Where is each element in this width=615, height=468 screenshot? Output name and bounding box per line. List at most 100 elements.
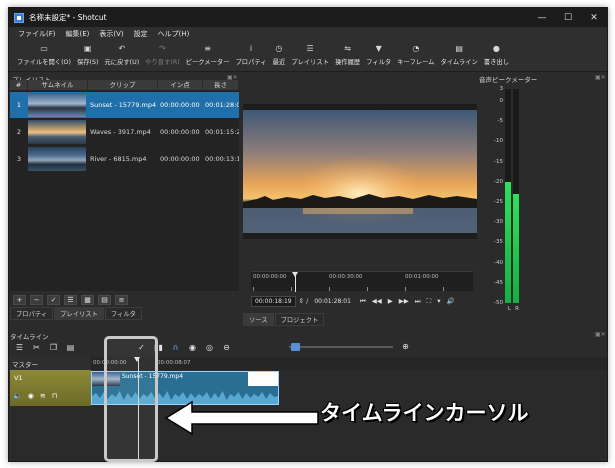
update-icon[interactable]: ✓ [47, 294, 60, 305]
skip-start-icon[interactable]: ⏮ [360, 297, 366, 306]
zoom-in-icon[interactable]: ⊕ [400, 341, 411, 352]
toolbar-button-info[interactable]: i プロパティ [236, 44, 267, 66]
toolbar-button-export[interactable]: ● 書き出し [484, 44, 509, 66]
playlist-row-thumbnail [28, 120, 86, 144]
dropdown-icon[interactable]: ▾ [437, 297, 440, 305]
rewind-icon[interactable]: ◀◀ [372, 297, 382, 305]
player-tab-1[interactable]: プロジェクト [274, 313, 325, 326]
toolbar-button-clock[interactable]: ◷ 最近 [273, 44, 286, 66]
meter-channel-label: R [515, 306, 519, 312]
hide-eye-icon[interactable]: ◉ [28, 392, 34, 400]
zoom-slider-handle[interactable] [291, 343, 300, 351]
meter-scale-label: -45 [494, 279, 503, 286]
meter-channel-bar [505, 181, 511, 303]
remove-icon[interactable]: − [30, 294, 43, 305]
toolbar-button-keyframe[interactable]: ◔ キーフレーム [397, 44, 434, 66]
meter-panel-float-icon[interactable]: ▣✕ [595, 74, 606, 81]
menu-view[interactable]: 表示(V) [94, 29, 128, 39]
playlist-row-number: 1 [16, 101, 22, 109]
audio-peak-meter: 3 0 -5 -10 -15 -20 -25 -30 -35 -40 -45 -50 L R [479, 86, 607, 325]
snap-magnet-icon[interactable]: ∩ [170, 342, 181, 353]
add-icon[interactable]: + [13, 294, 26, 305]
export-icon: ● [492, 44, 500, 53]
col-number[interactable]: # [10, 80, 28, 90]
playlist-actions: + − ✓ ☰ ▦ ▤ ≡ [10, 293, 239, 306]
menu-edit[interactable]: 編集(E) [61, 29, 95, 39]
ripple-icon[interactable]: ◎ [204, 342, 215, 353]
lock-icon[interactable]: ⊓ [52, 392, 57, 400]
playlist-row-number: 2 [16, 128, 22, 136]
playlist-row[interactable]: 2 Waves - 3917.mp4 00:00:00:00 00:01:15:2 [10, 119, 239, 145]
duration-label: 00:01:28:01 [314, 297, 351, 305]
transport-controls: 00:00:18:19 ⇕ / 00:01:28:01 ⏮ ◀◀ ▶ ▶▶ ⏭ ⛶ ▾ 🔊 [251, 294, 479, 308]
list-view-icon[interactable]: ☰ [64, 294, 77, 305]
play-icon[interactable]: ▶ [388, 297, 393, 305]
clock-icon: ◷ [275, 44, 283, 53]
col-clip[interactable]: クリップ [88, 80, 158, 90]
scrub-eye-icon[interactable]: ◉ [187, 342, 198, 353]
fullscreen-icon[interactable]: ⛶ [427, 297, 432, 306]
toolbar-button-history[interactable]: ⇋ 操作履歴 [335, 44, 360, 66]
playlist-row-number: 3 [16, 155, 22, 163]
timeline-ruler[interactable]: 00:00:00:00 00:00:08:07 [91, 357, 607, 370]
toolbar-button-filter[interactable]: ▼ フィルタ [366, 44, 391, 66]
minimize-button[interactable]: — [529, 8, 555, 27]
playlist-row[interactable]: 1 Sunset - 15779.mp4 00:00:00:00 00:01:28:0 [10, 92, 239, 118]
toolbar-button-label: プレイリスト [291, 59, 329, 66]
toolbar-button-list[interactable]: ☰ プレイリスト [291, 44, 329, 66]
left-tab-1[interactable]: プレイリスト [54, 307, 104, 320]
zoom-slider[interactable] [289, 343, 393, 351]
timeline-panel-float-icon[interactable]: ▣✕ [595, 331, 606, 338]
composite-icon[interactable]: ≋ [40, 392, 46, 400]
close-button[interactable]: ✕ [581, 8, 607, 27]
maximize-button[interactable]: ☐ [555, 8, 581, 27]
toolbar-button-label: 元に戻す(U) [104, 59, 140, 66]
toolbar-button-redo[interactable]: ↷ やり直す(R) [145, 44, 179, 66]
toolbar-button-save[interactable]: ▣ 保存(S) [77, 44, 99, 66]
left-tab-0[interactable]: プロパティ [10, 307, 54, 320]
master-track-header[interactable]: マスター [10, 357, 91, 370]
timeline-menu-icon[interactable]: ☰ [14, 342, 25, 353]
col-in[interactable]: イン点 [158, 80, 203, 90]
col-length[interactable]: 長さ [203, 80, 239, 90]
menu-settings[interactable]: 設定 [129, 29, 153, 39]
info-icon: i [249, 44, 253, 53]
col-thumbnail[interactable]: サムネイル [28, 80, 88, 90]
timeline-icon: ▤ [455, 44, 463, 53]
playlist-header: # サムネイル クリップ イン点 長さ [10, 80, 239, 90]
menu-icon[interactable]: ≡ [115, 294, 128, 305]
grid-view-icon[interactable]: ▦ [81, 294, 94, 305]
playlist-row[interactable]: 3 River - 6815.mp4 00:00:00:00 00:00:13:1 [10, 146, 239, 172]
menu-file[interactable]: ファイル(F) [13, 29, 61, 39]
paste-icon[interactable]: ▤ [65, 342, 76, 353]
timecode-separator: ⇕ / [298, 297, 309, 305]
v1-track-controls: 🔈 ◉ ≋ ⊓ [13, 392, 63, 400]
cut-icon[interactable]: ✂ [31, 342, 42, 353]
toolbar-button-timeline[interactable]: ▤ タイムライン [440, 44, 477, 66]
mute-icon[interactable]: 🔈 [13, 392, 22, 400]
volume-icon[interactable]: 🔊 [446, 297, 454, 305]
toolbar-button-meter[interactable]: ≡ ピークメーター [186, 44, 230, 66]
v1-track-header[interactable]: V1 🔈 ◉ ≋ ⊓ [10, 370, 91, 406]
ruler-tick [443, 287, 444, 291]
toolbar-button-undo[interactable]: ↶ 元に戻す(U) [104, 44, 139, 66]
player-tab-0[interactable]: ソース [243, 313, 274, 326]
fast-forward-icon[interactable]: ▶▶ [399, 297, 409, 305]
current-timecode-field[interactable]: 00:00:18:19 [251, 295, 296, 307]
v1-track-name: V1 [14, 374, 23, 382]
meter-scale-label: -15 [494, 158, 503, 165]
zoom-out-icon[interactable]: ⊖ [221, 342, 232, 353]
meter-scale-label: -40 [494, 259, 503, 266]
toolbar-button-folder[interactable]: ▭ ファイルを開く(O) [17, 44, 71, 66]
player-playhead[interactable] [292, 272, 298, 292]
left-tab-2[interactable]: フィルタ [104, 307, 142, 320]
copy-icon[interactable]: ❐ [48, 342, 59, 353]
toolbar-button-label: フィルタ [366, 59, 392, 66]
meter-channel-bar [513, 193, 519, 303]
skip-end-icon[interactable]: ⏭ [415, 297, 421, 306]
icon-view-icon[interactable]: ▤ [98, 294, 111, 305]
menu-help[interactable]: ヘルプ(H) [153, 29, 195, 39]
toolbar-button-label: 保存(S) [76, 59, 99, 66]
playlist-row-in: 00:00:00:00 [160, 101, 200, 109]
player-scrub-bar[interactable]: 00:00:00:00 00:00:30:00 00:01:00:00 [251, 271, 473, 292]
